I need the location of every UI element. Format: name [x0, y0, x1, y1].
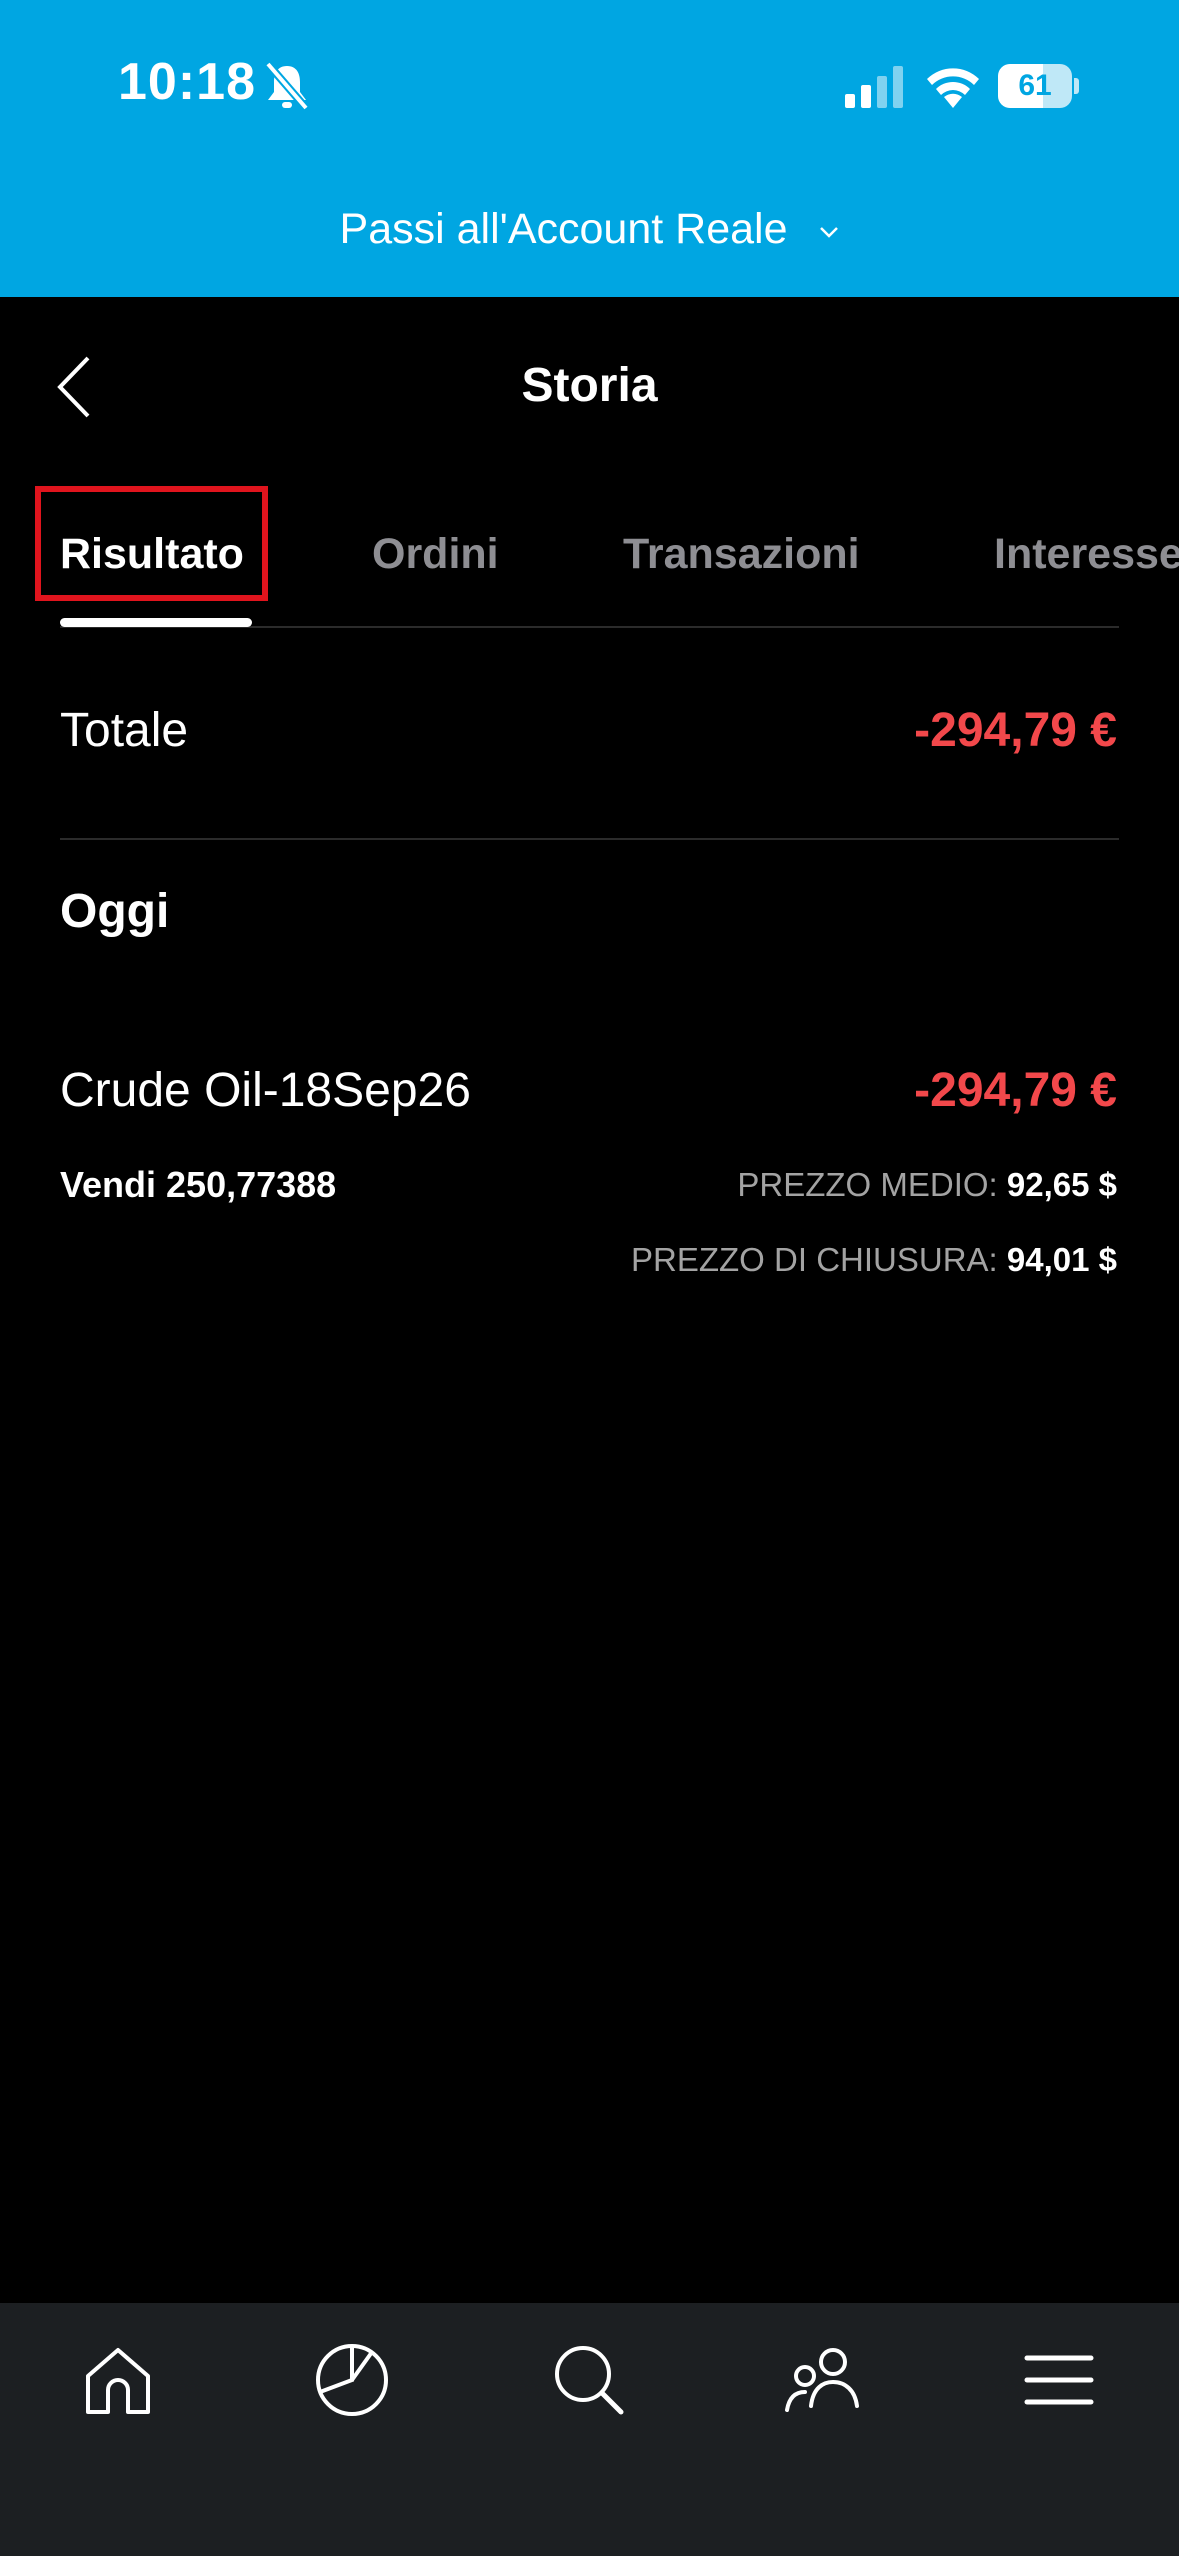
portfolio-pie-icon[interactable]	[312, 2340, 392, 2420]
page-title: Storia	[521, 359, 658, 412]
wifi-icon	[927, 68, 979, 108]
tab-interesse[interactable]: Interesse	[994, 530, 1179, 579]
bell-muted-icon	[264, 61, 310, 111]
account-switch-button[interactable]: Passi all'Account Reale	[0, 205, 1179, 254]
active-tab-indicator	[60, 618, 252, 627]
cellular-signal-icon	[845, 66, 903, 108]
battery-body: 61	[998, 64, 1072, 108]
average-price-label: PREZZO MEDIO:	[737, 1166, 998, 1203]
average-price-value: 92,65 $	[1006, 1166, 1117, 1203]
total-label: Totale	[60, 704, 189, 757]
row-divider	[60, 838, 1119, 840]
tab-selection-highlight	[35, 486, 268, 601]
tab-ordini[interactable]: Ordini	[372, 530, 499, 579]
status-time: 10:18	[118, 53, 256, 111]
closing-price-value: 94,01 $	[1006, 1241, 1117, 1278]
instrument-name: Crude Oil-18Sep26	[60, 1064, 471, 1117]
chevron-down-icon	[820, 226, 839, 238]
trade-pnl: -294,79 €	[914, 1064, 1117, 1117]
trade-side-quantity: Vendi 250,77388	[60, 1164, 337, 1205]
menu-icon[interactable]	[1019, 2340, 1099, 2420]
battery-indicator: 61	[998, 64, 1080, 108]
average-price: PREZZO MEDIO: 92,65 $	[737, 1166, 1117, 1204]
total-value: -294,79 €	[914, 704, 1117, 757]
closing-price-label: PREZZO DI CHIUSURA:	[631, 1241, 998, 1278]
home-icon[interactable]	[78, 2340, 158, 2420]
tab-transazioni[interactable]: Transazioni	[623, 530, 860, 579]
search-icon[interactable]	[549, 2340, 629, 2420]
battery-percent: 61	[1018, 69, 1052, 102]
social-icon[interactable]	[783, 2340, 863, 2420]
battery-tip	[1074, 78, 1079, 94]
section-header-today: Oggi	[60, 885, 170, 938]
account-switch-label: Passi all'Account Reale	[339, 205, 788, 253]
closing-price: PREZZO DI CHIUSURA: 94,01 $	[631, 1241, 1117, 1279]
